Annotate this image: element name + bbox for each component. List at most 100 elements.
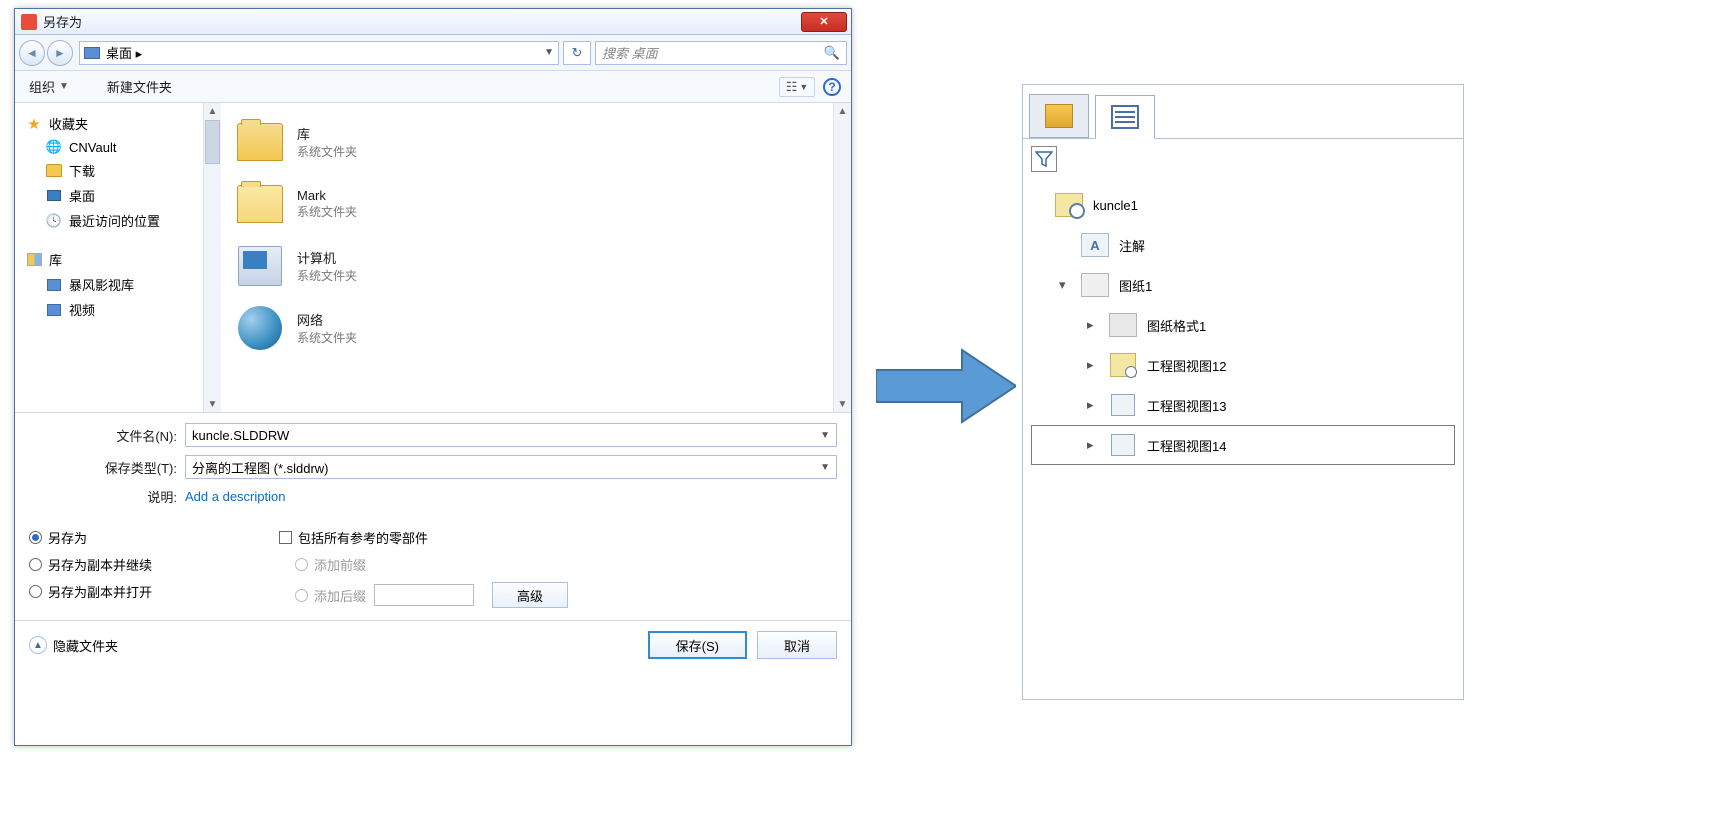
file-subtitle: 系统文件夹 xyxy=(297,329,357,346)
feature-manager-icon xyxy=(1045,104,1073,128)
file-item-computer[interactable]: 计算机 系统文件夹 xyxy=(227,235,845,297)
filter-button[interactable] xyxy=(1031,146,1057,172)
sidebar-videolib[interactable]: 暴风影视库 xyxy=(25,272,211,297)
refresh-button[interactable]: ↻ xyxy=(563,41,591,65)
view-mode-menu[interactable]: ☷▼ xyxy=(779,77,815,97)
radio-save-copy-open[interactable]: 另存为副本并打开 xyxy=(29,578,279,605)
file-item-network[interactable]: 网络 系统文件夹 xyxy=(227,297,845,359)
sidebar-downloads[interactable]: 下载 xyxy=(25,158,211,183)
desktop-icon xyxy=(84,47,100,59)
scroll-up[interactable]: ▲ xyxy=(834,103,851,119)
organize-label: 组织 xyxy=(29,77,55,96)
videolib-label: 暴风影视库 xyxy=(69,275,134,294)
folder-icon xyxy=(46,164,62,177)
sidebar-library[interactable]: 库 xyxy=(25,247,211,272)
filelist-scrollbar[interactable]: ▲ ▼ xyxy=(833,103,851,412)
network-icon xyxy=(238,306,282,350)
tab-property-manager[interactable] xyxy=(1095,95,1155,139)
sidebar-video[interactable]: 视频 xyxy=(25,297,211,322)
tree-view13[interactable]: ▸ 工程图视图13 xyxy=(1031,385,1455,425)
suffix-input xyxy=(374,584,474,606)
node-label: 工程图视图12 xyxy=(1147,356,1226,375)
sidebar-favorites[interactable]: ★ 收藏夹 xyxy=(25,111,211,136)
file-name: 计算机 xyxy=(297,248,357,267)
hide-folders-label[interactable]: 隐藏文件夹 xyxy=(53,636,118,655)
radio-label: 另存为 xyxy=(48,528,87,547)
back-button[interactable]: ◄ xyxy=(19,40,45,66)
forward-button[interactable]: ► xyxy=(47,40,73,66)
checkbox-include-refs[interactable]: 包括所有参考的零部件 xyxy=(279,524,837,551)
help-button[interactable]: ? xyxy=(823,78,841,96)
search-icon: 🔍 xyxy=(824,45,840,61)
cancel-button[interactable]: 取消 xyxy=(757,631,837,659)
radio-save-copy-continue[interactable]: 另存为副本并继续 xyxy=(29,551,279,578)
tree-annotations[interactable]: A 注解 xyxy=(1031,225,1455,265)
computer-icon xyxy=(238,246,282,286)
scroll-down[interactable]: ▼ xyxy=(204,396,221,412)
organize-menu[interactable]: 组织 ▼ xyxy=(25,75,73,98)
file-item-mark[interactable]: Mark 系统文件夹 xyxy=(227,173,845,235)
tree-tabs xyxy=(1023,85,1463,139)
filename-label: 文件名(N): xyxy=(29,426,185,445)
tab-feature-manager[interactable] xyxy=(1029,94,1089,138)
chevron-down-icon[interactable]: ▼ xyxy=(820,430,830,441)
save-button[interactable]: 保存(S) xyxy=(648,631,747,659)
radio-save-as[interactable]: 另存为 xyxy=(29,524,279,551)
description-link[interactable]: Add a description xyxy=(185,489,285,504)
expand-icon[interactable]: ▸ xyxy=(1087,437,1105,453)
favorites-label: 收藏夹 xyxy=(49,114,88,133)
address-bar[interactable]: 桌面 ▸ ▼ xyxy=(79,41,559,65)
scroll-up[interactable]: ▲ xyxy=(204,103,221,119)
filename-input[interactable]: kuncle.SLDDRW ▼ xyxy=(185,423,837,447)
expand-icon[interactable]: ▸ xyxy=(1087,397,1105,413)
chevron-down-icon[interactable]: ▼ xyxy=(820,462,830,473)
tree-view12[interactable]: ▸ 工程图视图12 xyxy=(1031,345,1455,385)
tree-view14[interactable]: ▸ 工程图视图14 xyxy=(1031,425,1455,465)
app-icon xyxy=(21,14,37,30)
hide-folders-toggle[interactable]: ▲ xyxy=(29,636,47,654)
chevron-down-icon[interactable]: ▼ xyxy=(544,47,554,58)
scroll-thumb[interactable] xyxy=(205,120,220,164)
file-item-library[interactable]: 库 系统文件夹 xyxy=(227,111,845,173)
radio-label: 另存为副本并打开 xyxy=(48,582,152,601)
radio-add-suffix: 添加后缀 高级 xyxy=(279,578,837,612)
toolbar: 组织 ▼ 新建文件夹 ☷▼ ? xyxy=(15,71,851,103)
annotation-icon: A xyxy=(1081,233,1109,257)
scroll-down[interactable]: ▼ xyxy=(834,396,851,412)
file-subtitle: 系统文件夹 xyxy=(297,267,357,284)
file-browser: ★ 收藏夹 🌐 CNVault 下载 桌面 🕓 最近访问的位置 xyxy=(15,103,851,413)
recent-icon: 🕓 xyxy=(45,213,63,229)
user-folder-icon xyxy=(237,185,283,223)
collapse-icon[interactable]: ▾ xyxy=(1059,277,1077,293)
file-subtitle: 系统文件夹 xyxy=(297,143,357,160)
sidebar-desktop[interactable]: 桌面 xyxy=(25,183,211,208)
node-label: 图纸1 xyxy=(1119,276,1152,295)
node-label: kuncle1 xyxy=(1093,198,1138,213)
radio-icon xyxy=(29,585,42,598)
options-panel: 另存为 另存为副本并继续 另存为副本并打开 包括所有参考的零部件 添加前缀 xyxy=(15,520,851,620)
window-title: 另存为 xyxy=(43,12,801,31)
search-input[interactable]: 搜索 桌面 🔍 xyxy=(595,41,847,65)
close-button[interactable]: ✕ xyxy=(801,12,847,32)
library-label: 库 xyxy=(49,250,62,269)
tree-sheet-format1[interactable]: ▸ 图纸格式1 xyxy=(1031,305,1455,345)
cnvault-label: CNVault xyxy=(69,140,116,155)
tree-sheet1[interactable]: ▾ 图纸1 xyxy=(1031,265,1455,305)
advanced-button[interactable]: 高级 xyxy=(492,582,568,608)
filetype-label: 保存类型(T): xyxy=(29,458,185,477)
filter-row xyxy=(1023,139,1463,179)
sidebar-scrollbar[interactable]: ▲ ▼ xyxy=(203,103,221,412)
radio-label: 添加前缀 xyxy=(314,555,366,574)
sidebar-recent[interactable]: 🕓 最近访问的位置 xyxy=(25,208,211,233)
expand-icon[interactable]: ▸ xyxy=(1087,317,1105,333)
form: 文件名(N): kuncle.SLDDRW ▼ 保存类型(T): 分离的工程图 … xyxy=(15,413,851,520)
tree-root[interactable]: kuncle1 xyxy=(1031,185,1455,225)
film-icon xyxy=(47,304,61,316)
new-folder-button[interactable]: 新建文件夹 xyxy=(103,75,176,98)
filetype-select[interactable]: 分离的工程图 (*.slddrw) ▼ xyxy=(185,455,837,479)
sidebar-cnvault[interactable]: 🌐 CNVault xyxy=(25,136,211,158)
drawing-icon xyxy=(1055,193,1083,217)
radio-icon xyxy=(295,558,308,571)
expand-icon[interactable]: ▸ xyxy=(1087,357,1105,373)
drawing-view-icon xyxy=(1111,394,1135,416)
